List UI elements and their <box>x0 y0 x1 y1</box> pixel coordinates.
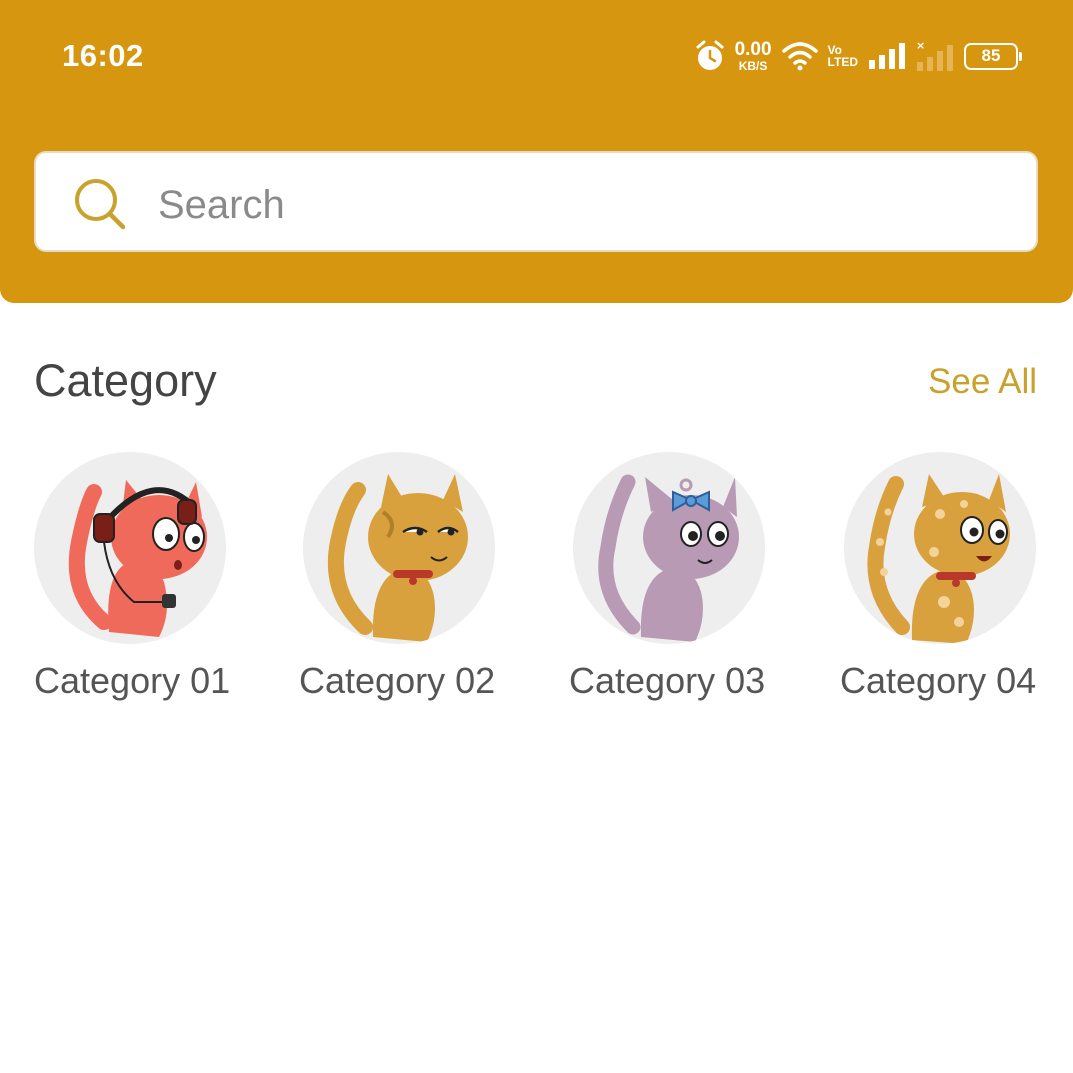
cat-with-headphones-icon <box>68 480 207 637</box>
category-list: Category 01 Category 02 Category 03 Cate… <box>0 452 1073 712</box>
category-item[interactable]: Category 02 <box>299 452 539 702</box>
net-speed: 0.00 KB/S <box>735 40 772 72</box>
status-time: 16:02 <box>62 38 144 73</box>
category-section-title: Category <box>34 355 217 406</box>
volte-bottom: LTED <box>827 55 858 69</box>
net-speed-value: 0.00 <box>734 39 772 60</box>
category-item[interactable]: Category 01 <box>34 452 274 702</box>
category-avatar <box>844 452 1036 644</box>
alarm-icon <box>696 40 724 70</box>
see-all-link[interactable]: See All <box>928 362 1037 402</box>
category-item[interactable]: Category 04 <box>840 452 1073 702</box>
signal-icon <box>869 43 905 69</box>
search-icon <box>75 179 126 230</box>
wifi-icon <box>781 42 818 71</box>
volte-indicator: Vo LTED <box>828 44 858 68</box>
category-label: Category 02 <box>299 660 496 701</box>
spotted-cat-icon <box>867 474 1010 644</box>
svg-text:×: × <box>916 40 925 52</box>
category-avatar <box>573 452 765 644</box>
category-label: Category 03 <box>569 660 766 701</box>
signal-no-service-icon: × <box>916 40 953 71</box>
category-label: Category 01 <box>34 660 231 701</box>
status-bar: 16:02 0.00 KB/S Vo LTED × 85 <box>0 0 1073 110</box>
category-avatar <box>34 452 226 644</box>
cat-with-collar-icon <box>327 474 468 642</box>
category-avatar <box>303 452 495 644</box>
category-item[interactable]: Category 03 <box>569 452 809 702</box>
battery-level: 85 <box>981 46 1001 65</box>
cat-with-bow-icon <box>598 474 739 642</box>
net-speed-unit: KB/S <box>738 59 768 73</box>
status-icons: 0.00 KB/S Vo LTED × 85 <box>695 36 1022 76</box>
app-header: 16:02 0.00 KB/S Vo LTED × 85 Search <box>0 0 1073 303</box>
battery-icon: 85 <box>964 42 1022 70</box>
category-label: Category 04 <box>840 660 1037 701</box>
search-input[interactable] <box>158 180 998 230</box>
